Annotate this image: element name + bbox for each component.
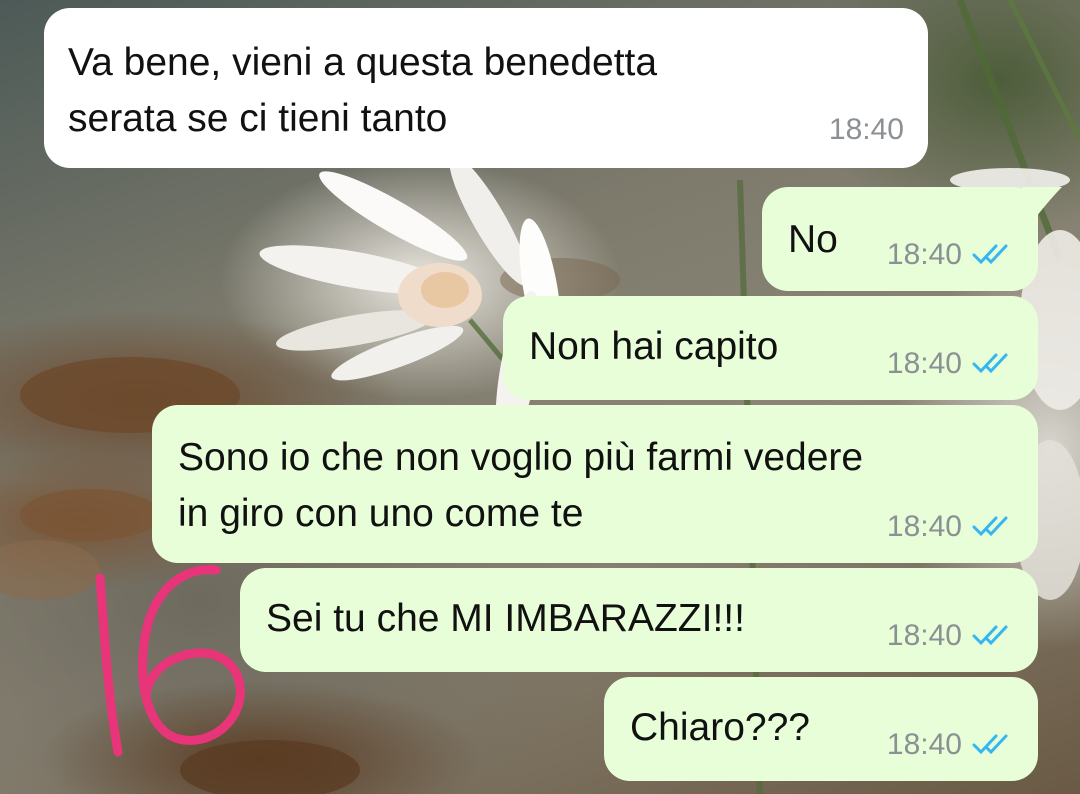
- message-bubble-outgoing[interactable]: Chiaro??? 18:40: [604, 677, 1038, 781]
- message-time: 18:40: [886, 509, 962, 543]
- double-check-icon: [972, 244, 1008, 265]
- message-text: serata se ci tieni tanto: [68, 97, 448, 140]
- message-bubble-outgoing[interactable]: No 18:40: [762, 187, 1038, 291]
- message-meta: 18:40: [887, 615, 1014, 656]
- handwritten-annotation-16: [95, 565, 245, 757]
- message-time: 18:40: [886, 346, 962, 380]
- message-meta: 18:40: [887, 234, 1014, 275]
- double-check-icon: [972, 734, 1008, 755]
- message-time: 18:40: [886, 237, 962, 271]
- double-check-icon: [972, 516, 1008, 537]
- message-bubble-outgoing[interactable]: Non hai capito 18:40: [503, 296, 1038, 400]
- message-text: Sono io che non voglio più farmi vedere: [178, 436, 864, 479]
- message-text: in giro con uno come te: [178, 492, 584, 535]
- message-meta: 18:40: [829, 109, 904, 150]
- message-time: 18:40: [886, 727, 962, 761]
- message-bubble-outgoing[interactable]: Sei tu che MI IMBARAZZI!!! 18:40: [240, 568, 1038, 672]
- message-time: 18:40: [828, 112, 904, 146]
- message-meta: 18:40: [887, 506, 1014, 547]
- message-bubble-incoming[interactable]: Va bene, vieni a questa benedetta serata…: [44, 8, 928, 168]
- message-text: Chiaro???: [630, 706, 810, 749]
- message-meta: 18:40: [887, 724, 1014, 765]
- message-time: 18:40: [886, 618, 962, 652]
- message-text: Va bene, vieni a questa benedetta: [68, 41, 658, 84]
- double-check-icon: [972, 353, 1008, 374]
- message-bubble-outgoing[interactable]: Sono io che non voglio più farmi vedere …: [152, 405, 1038, 563]
- message-text: Sei tu che MI IMBARAZZI!!!: [266, 597, 745, 640]
- message-text: Non hai capito: [529, 325, 779, 368]
- double-check-icon: [972, 625, 1008, 646]
- message-text: No: [788, 218, 838, 261]
- message-meta: 18:40: [887, 343, 1014, 384]
